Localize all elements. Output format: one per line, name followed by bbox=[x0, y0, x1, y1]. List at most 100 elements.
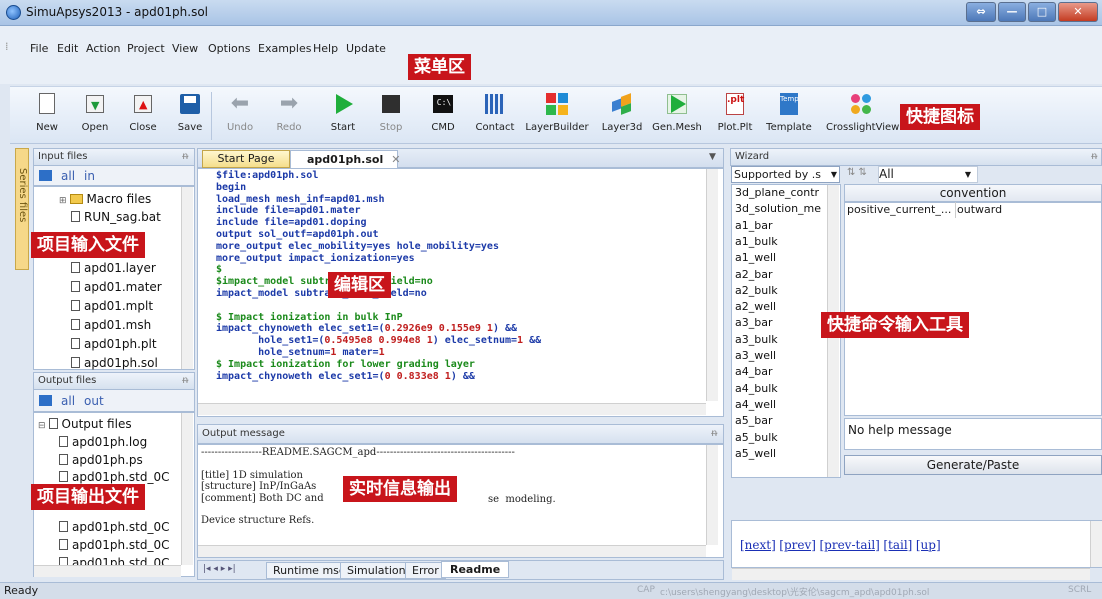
tree-file[interactable]: apd01ph.log bbox=[59, 435, 147, 449]
output-tree-hscrollbar[interactable] bbox=[34, 565, 181, 577]
menu-update[interactable]: Update bbox=[346, 42, 386, 55]
tree-file[interactable]: RUN_sag.bat bbox=[71, 210, 161, 224]
wizard-list-item[interactable]: a5_bar bbox=[735, 414, 825, 427]
restore-button[interactable]: ⇔ bbox=[966, 2, 996, 22]
toolbar-new-button[interactable]: New bbox=[22, 88, 72, 142]
nav-tail-link[interactable]: [tail] bbox=[883, 538, 912, 552]
new-doc-icon bbox=[35, 92, 59, 116]
filter-out[interactable]: out bbox=[84, 394, 104, 408]
wizard-list-item[interactable]: a2_bulk bbox=[735, 284, 825, 297]
property-value[interactable]: outward bbox=[957, 203, 1002, 216]
genmesh-icon bbox=[665, 92, 689, 116]
tree-file[interactable]: apd01.mater bbox=[71, 280, 162, 294]
menu-view[interactable]: View bbox=[172, 42, 198, 55]
sort-icons[interactable]: ⇅ ⇅ bbox=[847, 167, 867, 178]
close-window-button[interactable]: ✕ bbox=[1058, 2, 1098, 22]
toolbar-redo-button[interactable]: ➡ Redo bbox=[264, 88, 314, 142]
toolbar-cmd-button[interactable]: C:\ CMD bbox=[418, 88, 468, 142]
toolbar-plot-button[interactable]: .plt Plot.Plt bbox=[710, 88, 760, 142]
tab-list-dropdown-icon[interactable]: ▼ bbox=[709, 152, 716, 162]
generate-paste-button[interactable]: Generate/Paste bbox=[844, 455, 1102, 475]
output-hscrollbar[interactable] bbox=[198, 545, 706, 557]
toolbar-open-button[interactable]: ▼ Open bbox=[70, 88, 120, 142]
tab-simulation[interactable]: Simulation bbox=[340, 562, 413, 579]
menu-examples[interactable]: Examples bbox=[258, 42, 311, 55]
tree-file[interactable]: apd01ph.ps bbox=[59, 453, 143, 467]
tree-folder-macro[interactable]: ⊞ Macro files bbox=[59, 192, 151, 206]
tab-error[interactable]: Error bbox=[405, 562, 446, 579]
menu-edit[interactable]: Edit bbox=[57, 42, 78, 55]
tree-file[interactable]: apd01ph.std_0C bbox=[59, 520, 179, 534]
refresh-icon[interactable] bbox=[39, 395, 52, 406]
wizard-list-item[interactable]: a5_well bbox=[735, 447, 825, 460]
refresh-icon[interactable] bbox=[39, 170, 52, 181]
property-name[interactable]: positive_current_... bbox=[847, 203, 955, 216]
wizard-list-item[interactable]: a3_bulk bbox=[735, 333, 825, 346]
wizard-list-item[interactable]: a4_bar bbox=[735, 365, 825, 378]
toolbar-save-button[interactable]: Save bbox=[165, 88, 215, 142]
wizard-nav-scrollbar[interactable] bbox=[1090, 521, 1102, 567]
toolbar-genmesh-button[interactable]: Gen.Mesh bbox=[652, 88, 702, 142]
toolbar-template-button[interactable]: Temp Template bbox=[764, 88, 814, 142]
wizard-list-item[interactable]: a1_well bbox=[735, 251, 825, 264]
wizard-list-item[interactable]: a2_well bbox=[735, 300, 825, 313]
filter-all-output[interactable]: all bbox=[61, 394, 75, 408]
wizard-list-item[interactable]: 3d_solution_me bbox=[735, 202, 825, 215]
toolbar-contact-button[interactable]: Contact bbox=[470, 88, 520, 142]
wizard-list-item[interactable]: a4_well bbox=[735, 398, 825, 411]
nav-next-link[interactable]: [next] bbox=[740, 538, 776, 552]
nav-up-link[interactable]: [up] bbox=[916, 538, 941, 552]
tree-file[interactable]: apd01ph.std_0C bbox=[59, 538, 179, 552]
menu-options[interactable]: Options bbox=[208, 42, 250, 55]
wizard-list-item[interactable]: a3_well bbox=[735, 349, 825, 362]
maximize-button[interactable]: □ bbox=[1028, 2, 1056, 22]
tab-nav-arrows-icon[interactable]: |◂ ◂ ▸ ▸| bbox=[203, 564, 236, 574]
toolbar-crosslightview-button[interactable]: CrosslightView bbox=[826, 88, 899, 142]
app-icon[interactable] bbox=[6, 5, 21, 20]
tab-apd01ph-sol[interactable]: apd01ph.sol ✕ bbox=[290, 150, 400, 169]
tab-readme[interactable]: Readme bbox=[441, 561, 510, 578]
output-vscrollbar[interactable] bbox=[706, 445, 718, 545]
annotation-menu-area: 菜单区 bbox=[408, 54, 471, 80]
wizard-list-item[interactable]: 3d_plane_contr bbox=[735, 186, 825, 199]
wizard-filter-dropdown[interactable]: All ▼ bbox=[878, 166, 978, 183]
toolbar-undo-button[interactable]: ⬅ Undo bbox=[215, 88, 265, 142]
tree-file[interactable]: apd01.layer bbox=[71, 261, 156, 275]
menu-action[interactable]: Action bbox=[86, 42, 120, 55]
editor-hscrollbar[interactable] bbox=[198, 403, 706, 415]
wizard-list-item[interactable]: a5_bulk bbox=[735, 431, 825, 444]
output-tree-scrollbar[interactable] bbox=[181, 413, 193, 565]
tree-file[interactable]: apd01ph.plt bbox=[71, 337, 157, 351]
wizard-list-item[interactable]: a3_bar bbox=[735, 316, 825, 329]
tree-folder-output[interactable]: ⊟ Output files bbox=[38, 417, 132, 431]
toolbar-layer3d-button[interactable]: Layer3d bbox=[597, 88, 647, 142]
toolbar-layerbuilder-button[interactable]: LayerBuilder bbox=[525, 88, 589, 142]
input-filter-bar bbox=[33, 166, 195, 186]
tab-start-page[interactable]: Start Page bbox=[202, 150, 290, 168]
filter-in[interactable]: in bbox=[84, 169, 95, 183]
tree-file[interactable]: apd01.msh bbox=[71, 318, 151, 332]
nav-prev-link[interactable]: [prev] bbox=[779, 538, 816, 552]
menu-help[interactable]: Help bbox=[313, 42, 338, 55]
filter-all-input[interactable]: all bbox=[61, 169, 75, 183]
tree-file[interactable]: apd01ph.sol bbox=[71, 356, 158, 370]
menu-project[interactable]: Project bbox=[127, 42, 165, 55]
wizard-supported-dropdown[interactable]: Supported by .s ▼ bbox=[731, 166, 840, 183]
input-tree-scrollbar[interactable] bbox=[181, 187, 193, 369]
wizard-list-item[interactable]: a1_bar bbox=[735, 219, 825, 232]
wizard-list-item[interactable]: a1_bulk bbox=[735, 235, 825, 248]
close-tab-icon[interactable]: ✕ bbox=[391, 153, 400, 166]
editor-vscrollbar[interactable] bbox=[706, 169, 718, 401]
file-icon bbox=[71, 281, 80, 292]
toolbar-close-button[interactable]: ▲ Close bbox=[118, 88, 168, 142]
tree-file[interactable]: apd01ph.std_0C bbox=[59, 470, 179, 484]
wizard-list-item[interactable]: a2_bar bbox=[735, 268, 825, 281]
toolbar-start-button[interactable]: Start bbox=[318, 88, 368, 142]
nav-prev-tail-link[interactable]: [prev-tail] bbox=[819, 538, 879, 552]
wizard-list-item[interactable]: a4_bulk bbox=[735, 382, 825, 395]
tree-file[interactable]: apd01.mplt bbox=[71, 299, 153, 313]
minimize-button[interactable]: — bbox=[998, 2, 1026, 22]
wizard-hscrollbar[interactable] bbox=[732, 568, 1090, 580]
menu-file[interactable]: File bbox=[30, 42, 48, 55]
toolbar-stop-button[interactable]: Stop bbox=[366, 88, 416, 142]
